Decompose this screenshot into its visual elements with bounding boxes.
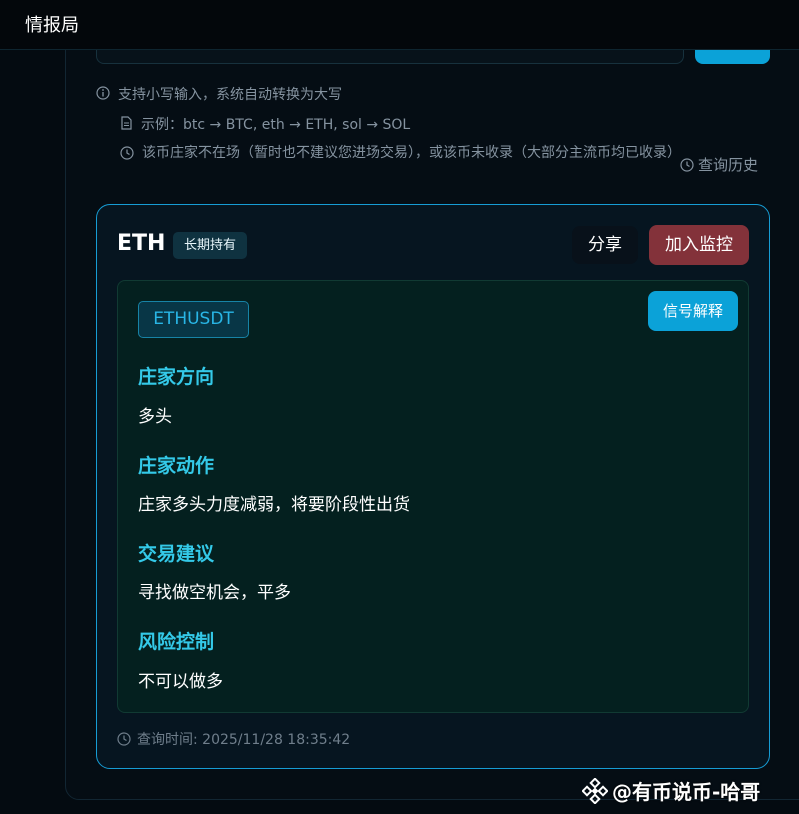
history-link[interactable]: 查询历史 <box>680 154 758 175</box>
tip-absent-text: 该币庄家不在场（暂时也不建议您进场交易），或该币未收录（大部分主流币均已收录） <box>142 145 681 161</box>
tip-example-text: 示例：btc → BTC, eth → ETH, sol → SOL <box>141 117 411 133</box>
tip-lowercase: 支持小写输入，系统自动转换为大写 <box>96 84 342 104</box>
section-text-action: 庄家多头力度减弱，将要阶段性出货 <box>138 495 410 515</box>
section-title-risk: 风险控制 <box>138 631 215 653</box>
info-icon <box>96 86 110 100</box>
signal-explain-button[interactable]: 信号解释 <box>648 291 738 331</box>
section-title-action: 庄家动作 <box>138 455 215 477</box>
coin-symbol: ETH <box>117 231 166 256</box>
section-text-risk: 不可以做多 <box>138 672 223 692</box>
app-title: 情报局 <box>25 15 79 36</box>
add-monitor-button[interactable]: 加入监控 <box>649 225 749 265</box>
top-bar: 情报局 <box>0 0 799 50</box>
section-text-advice: 寻找做空机会，平多 <box>138 583 291 603</box>
tip-absent: 该币庄家不在场（暂时也不建议您进场交易），或该币未收录（大部分主流币均已收录） <box>120 144 681 163</box>
clock-icon <box>120 146 134 160</box>
tip-lowercase-text: 支持小写输入，系统自动转换为大写 <box>118 87 342 103</box>
document-icon <box>121 116 132 130</box>
query-time: 查询时间: 2025/11/28 18:35:42 <box>117 729 350 749</box>
watermark-text: @有币说币-哈哥 <box>612 780 761 804</box>
tip-example: 示例：btc → BTC, eth → ETH, sol → SOL <box>120 114 410 134</box>
holding-badge: 长期持有 <box>173 232 248 259</box>
share-button[interactable]: 分享 <box>572 226 638 264</box>
trading-pair-tag: ETHUSDT <box>138 301 249 338</box>
clock-icon <box>117 732 131 746</box>
clock-icon <box>680 157 694 172</box>
section-title-advice: 交易建议 <box>138 543 215 565</box>
history-label: 查询历史 <box>698 156 759 174</box>
watermark: @有币说币-哈哥 <box>582 776 760 805</box>
query-time-text: 查询时间: 2025/11/28 18:35:42 <box>137 732 351 748</box>
binance-diamond-icon <box>582 777 608 804</box>
section-text-direction: 多头 <box>138 407 172 427</box>
section-title-direction: 庄家方向 <box>138 366 215 388</box>
